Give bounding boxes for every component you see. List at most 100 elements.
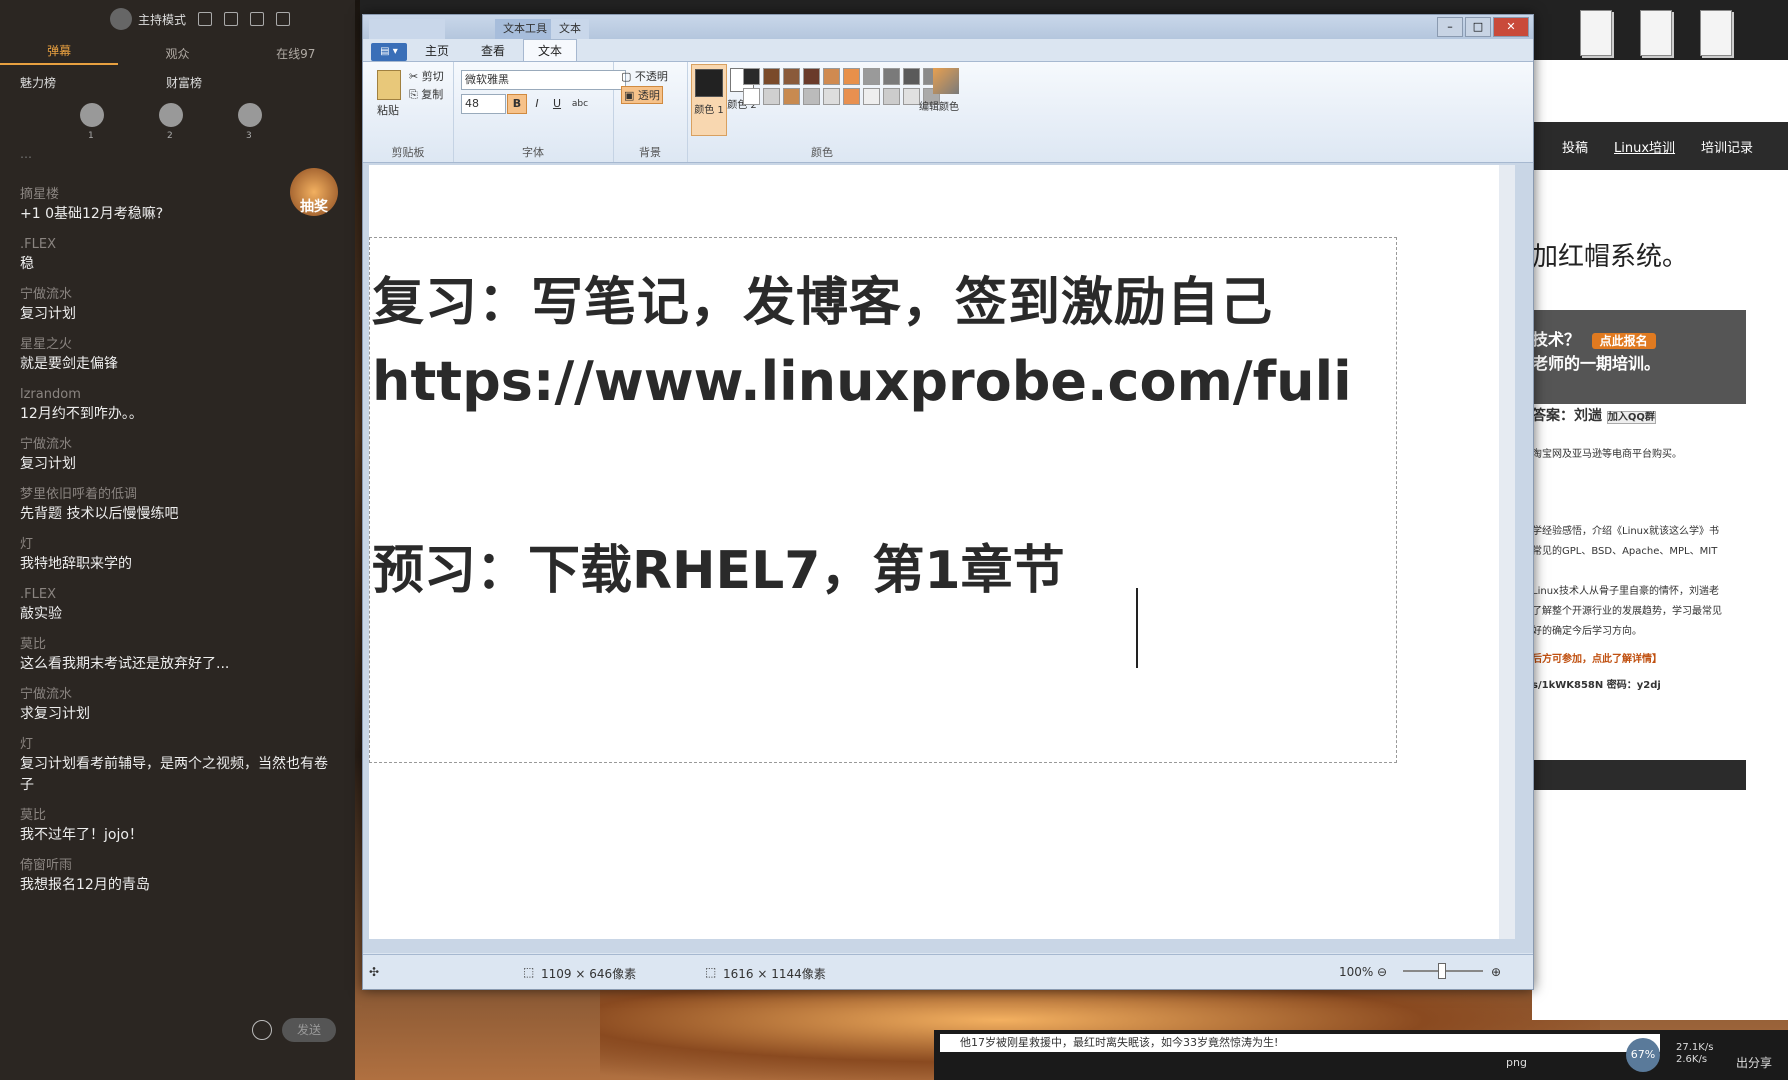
palette-swatch[interactable]: [803, 88, 820, 105]
paint-window: 文本工具 文本 – □ ✕ ▤ ▾ 主页 查看 文本 粘贴 ✂ 剪切 ⎘ 复制 …: [362, 14, 1534, 990]
message-user[interactable]: 灯: [20, 536, 340, 554]
paste-icon[interactable]: [377, 70, 401, 100]
message-user[interactable]: 摘星楼: [20, 186, 340, 204]
file-menu-button[interactable]: ▤ ▾: [371, 43, 407, 61]
palette-swatch[interactable]: [883, 88, 900, 105]
palette-swatch[interactable]: [763, 68, 780, 85]
chat-message: 倚窗听雨 我想报名12月的青岛: [20, 857, 340, 896]
palette-swatch[interactable]: [823, 68, 840, 85]
charm-rank-tab[interactable]: 魅力榜: [20, 74, 56, 91]
underline-button[interactable]: U: [547, 94, 567, 114]
nav-item-linux-training[interactable]: Linux培训: [1614, 137, 1675, 156]
cut-button[interactable]: ✂ 剪切: [409, 68, 444, 84]
qq-button[interactable]: 加入QQ群: [1606, 411, 1656, 424]
bold-button[interactable]: B: [507, 94, 527, 114]
opaque-option[interactable]: ▢ 不透明: [621, 68, 668, 84]
zoom-out-icon[interactable]: ⊖: [1377, 965, 1387, 979]
join-link[interactable]: 后方可参加，点此了解详情】: [1532, 650, 1662, 665]
news-notification[interactable]: 他17岁被刚星救援中，最红时离失眠该，如今33岁竟然惊涛为生!: [940, 1034, 1660, 1052]
share-icon[interactable]: [224, 12, 239, 26]
font-size-select[interactable]: 48: [461, 94, 506, 114]
tab-danmaku[interactable]: 弹幕: [0, 42, 119, 65]
palette-swatch[interactable]: [743, 68, 760, 85]
message-user[interactable]: 倚窗听雨: [20, 857, 340, 875]
palette-swatch[interactable]: [883, 68, 900, 85]
message-user[interactable]: 梦里依旧呼着的低调: [20, 486, 340, 504]
palette-swatch[interactable]: [903, 68, 920, 85]
minimize-button[interactable]: –: [1437, 17, 1463, 37]
context-tab-text[interactable]: 文本: [551, 19, 589, 39]
desktop-file-icon[interactable]: [1580, 10, 1612, 56]
color1-button[interactable]: 颜色 1: [691, 64, 727, 136]
message-user[interactable]: 莫比: [20, 807, 340, 825]
chat-message: 灯复习计划看考前辅导，是两个之视频，当然也有卷子: [20, 736, 340, 796]
tab-online[interactable]: 在线97: [237, 45, 355, 62]
nav-item-submit[interactable]: 投稿: [1562, 137, 1588, 156]
tab-home[interactable]: 主页: [411, 40, 463, 61]
desc-line: 学经验感悟，介绍《Linux就该这么学》书: [1532, 526, 1719, 537]
zoom-slider-thumb[interactable]: [1438, 963, 1446, 979]
rank-avatar[interactable]: 3: [238, 103, 262, 141]
message-user[interactable]: lzrandom: [20, 386, 340, 404]
tab-view[interactable]: 查看: [467, 40, 519, 61]
palette-swatch[interactable]: [843, 68, 860, 85]
paste-button[interactable]: 粘贴: [377, 102, 399, 118]
desktop-file-icon[interactable]: [1700, 10, 1732, 56]
nav-item-training-records[interactable]: 培训记录: [1701, 137, 1753, 156]
message-user[interactable]: 宁做流水: [20, 686, 340, 704]
text-box[interactable]: 复习：写笔记，发博客，签到激励自己 https://www.linuxprobe…: [369, 237, 1397, 763]
tab-text[interactable]: 文本: [523, 39, 578, 61]
context-tab-text-tools[interactable]: 文本工具: [495, 19, 555, 39]
colors-group: 颜色 1 颜色 2 编辑颜色 颜色: [687, 62, 959, 162]
message-user[interactable]: 宁做流水: [20, 436, 340, 454]
palette-swatch[interactable]: [783, 88, 800, 105]
pan-link[interactable]: s/1kWK858N 密码：y2dj: [1532, 676, 1661, 691]
emoji-icon[interactable]: [252, 1020, 272, 1040]
wealth-rank-tab[interactable]: 财富榜: [166, 74, 202, 91]
text-caret: [1136, 588, 1138, 668]
message-user[interactable]: .FLEX: [20, 236, 340, 254]
palette-swatch[interactable]: [863, 68, 880, 85]
palette-swatch[interactable]: [903, 88, 920, 105]
message-user[interactable]: 莫比: [20, 636, 340, 654]
chat-tabs: 弹幕 观众 在线97: [0, 38, 355, 68]
copy-button[interactable]: ⎘ 复制: [409, 86, 443, 102]
palette-swatch[interactable]: [743, 88, 760, 105]
tab-audience[interactable]: 观众: [118, 45, 236, 62]
desktop-file-icon[interactable]: [1640, 10, 1672, 56]
vertical-scrollbar[interactable]: [1499, 165, 1515, 939]
palette-swatch[interactable]: [783, 68, 800, 85]
italic-button[interactable]: I: [527, 94, 547, 114]
rank-avatar[interactable]: 1: [80, 103, 104, 141]
maximize-icon[interactable]: [276, 12, 291, 26]
close-button[interactable]: ✕: [1493, 17, 1529, 37]
maximize-button[interactable]: □: [1465, 17, 1491, 37]
message-user[interactable]: 灯: [20, 736, 340, 754]
quick-access-toolbar[interactable]: [369, 19, 445, 39]
promo-banner[interactable]: 技术？ 点此报名 老师的一期培训。: [1532, 310, 1746, 404]
settings-icon[interactable]: [198, 12, 213, 26]
message-user[interactable]: .FLEX: [20, 586, 340, 604]
message-user[interactable]: 星星之火: [20, 336, 340, 354]
host-avatar[interactable]: [110, 8, 132, 30]
zoom-in-icon[interactable]: ⊕: [1491, 965, 1501, 979]
rank-avatar[interactable]: 2: [159, 103, 183, 141]
send-button[interactable]: 发送: [282, 1018, 336, 1042]
edit-colors-icon[interactable]: [933, 68, 959, 94]
palette-swatch[interactable]: [763, 88, 780, 105]
palette-swatch[interactable]: [843, 88, 860, 105]
signup-button[interactable]: 点此报名: [1591, 333, 1656, 349]
palette-swatch[interactable]: [863, 88, 880, 105]
transparent-option[interactable]: ▣ 透明: [621, 86, 663, 104]
strikethrough-button[interactable]: abc: [567, 94, 593, 114]
palette-swatch[interactable]: [803, 68, 820, 85]
cpu-meter[interactable]: 67%: [1626, 1038, 1660, 1072]
message-user[interactable]: 宁做流水: [20, 286, 340, 304]
opaque-label: 不透明: [634, 70, 668, 83]
share-button[interactable]: 出分享: [1736, 1054, 1772, 1071]
drawing-canvas[interactable]: 复习：写笔记，发博客，签到激励自己 https://www.linuxprobe…: [369, 165, 1515, 939]
font-family-select[interactable]: 微软雅黑: [461, 70, 626, 90]
palette-swatch[interactable]: [823, 88, 840, 105]
minimize-icon[interactable]: [250, 12, 265, 26]
edit-colors-button[interactable]: 编辑颜色: [919, 98, 959, 113]
